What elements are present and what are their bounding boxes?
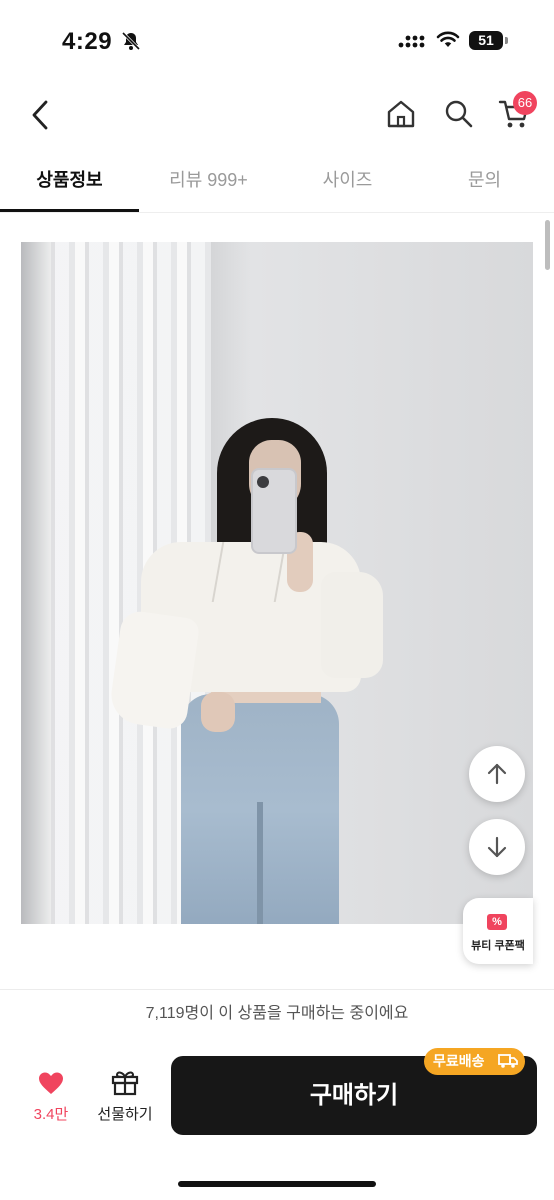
search-icon[interactable] — [442, 97, 476, 131]
product-image — [21, 242, 533, 924]
photo-right-sleeve — [321, 572, 383, 678]
photo-phone-camera — [257, 476, 269, 488]
wifi-icon — [436, 31, 460, 47]
top-navigation — [0, 80, 554, 150]
product-tabs: 상품정보 리뷰 999+ 사이즈 문의 — [0, 150, 554, 213]
battery-tip — [505, 37, 508, 44]
heart-icon — [39, 1072, 63, 1094]
arrow-down-icon — [487, 836, 507, 858]
battery-indicator: 51 — [469, 31, 503, 50]
like-button[interactable] — [24, 1070, 78, 1101]
tab-inquiry[interactable]: 문의 — [415, 150, 554, 212]
bell-slash-icon — [121, 31, 141, 51]
beauty-coupon-button[interactable] — [463, 898, 533, 964]
tab-product-info[interactable]: 상품정보 — [0, 150, 139, 212]
tab-reviews[interactable]: 리뷰 999+ — [139, 150, 278, 212]
coupon-icon: % — [487, 914, 507, 930]
photo-hand — [201, 692, 235, 732]
scrollbar[interactable] — [545, 220, 550, 270]
status-time: 4:29 — [62, 28, 113, 55]
home-indicator[interactable] — [178, 1181, 376, 1187]
home-icon[interactable] — [384, 97, 418, 131]
scroll-up-button[interactable] — [469, 746, 525, 802]
arrow-up-icon — [487, 763, 507, 785]
signal-icon — [398, 35, 425, 48]
back-icon[interactable] — [26, 98, 56, 132]
like-count: 3.4만 — [33, 1106, 69, 1123]
photo-left-sleeve — [107, 609, 201, 731]
gift-label: 선물하기 — [97, 1106, 153, 1123]
coupon-label: 뷰티 쿠폰팩 — [471, 940, 525, 952]
purchase-activity-notice: 7,119명이 이 상품을 구매하는 중이에요 — [0, 989, 554, 1039]
gift-icon — [111, 1071, 139, 1096]
status-bar: 4:29 51 — [0, 0, 554, 80]
truck-icon — [498, 1054, 518, 1068]
scroll-down-button[interactable] — [469, 819, 525, 875]
photo-jeans-seam — [257, 802, 263, 924]
gift-button[interactable] — [96, 1068, 154, 1101]
tab-size[interactable]: 사이즈 — [278, 150, 417, 212]
photo-curtain-shade — [21, 242, 51, 924]
active-tab-indicator — [0, 209, 139, 212]
cart-count-badge: 66 — [513, 91, 537, 115]
